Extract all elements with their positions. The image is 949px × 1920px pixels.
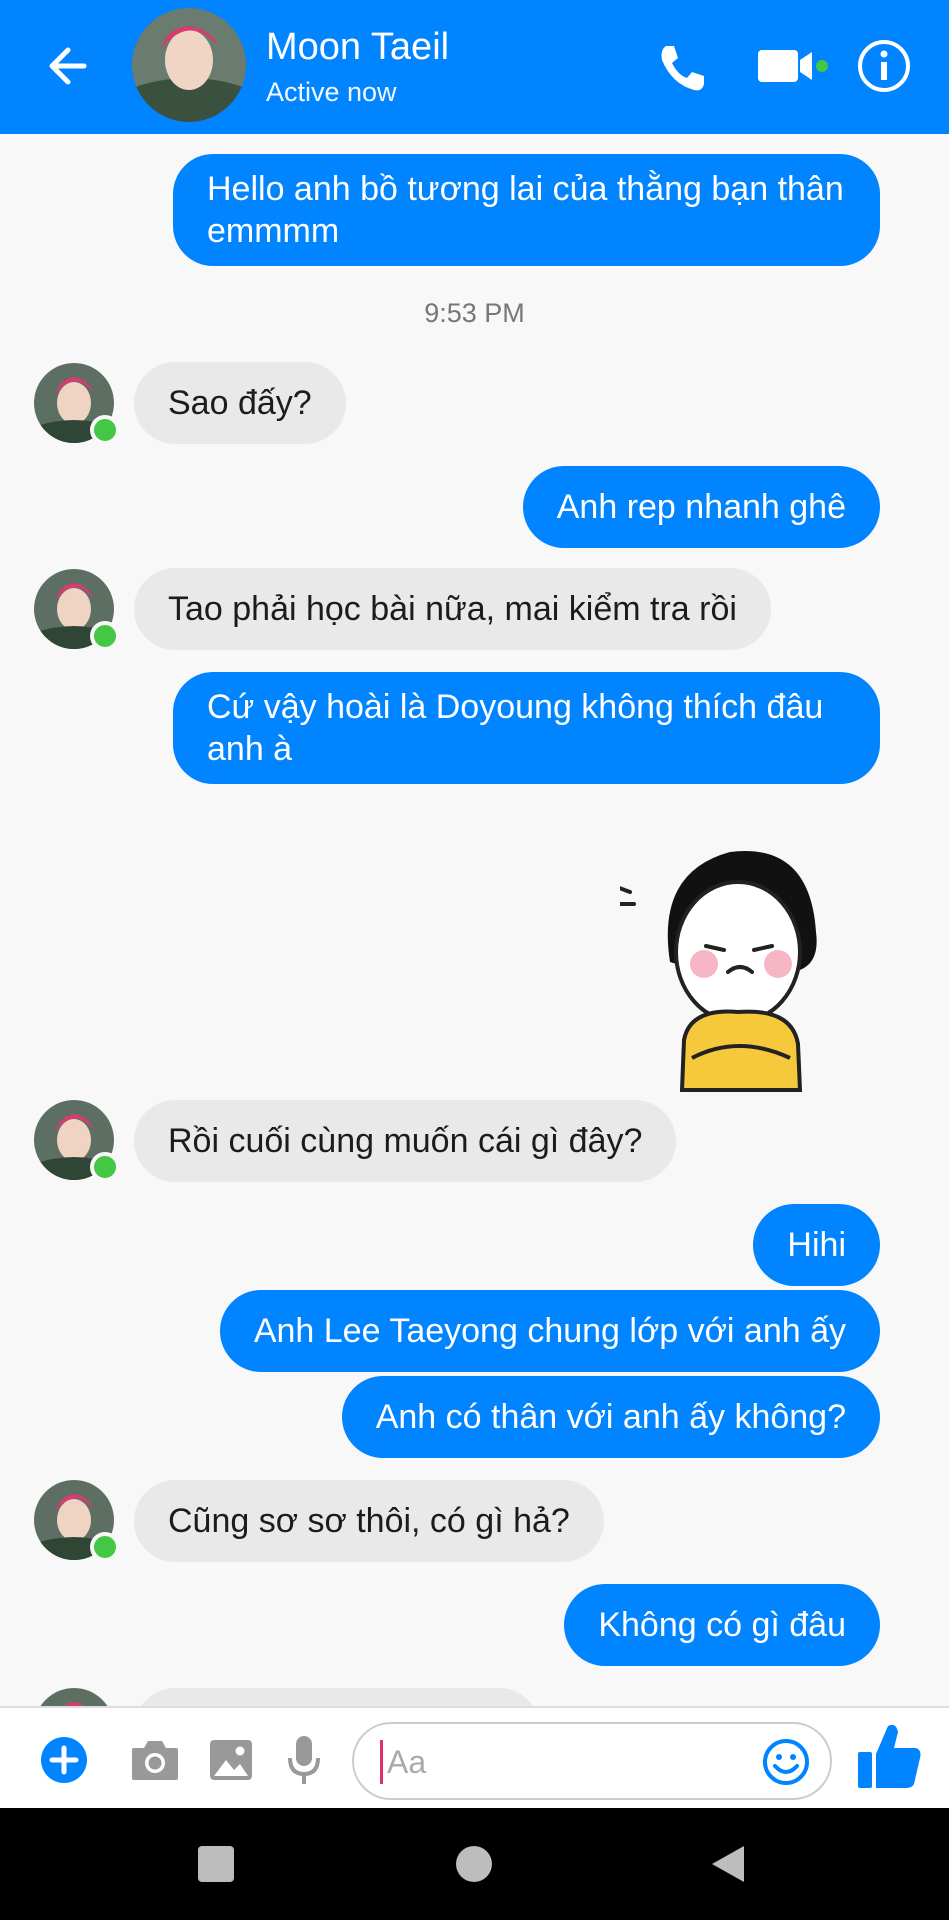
outgoing-message[interactable]: Anh rep nhanh ghê <box>522 466 880 548</box>
message-input-field[interactable] <box>352 1722 832 1800</box>
thumbs-up-icon[interactable] <box>856 1720 924 1792</box>
contact-avatar[interactable] <box>132 8 246 122</box>
camera-icon[interactable] <box>130 1738 180 1782</box>
message-thread[interactable]: Hello anh bồ tương lai của thằng bạn thâ… <box>0 134 949 1706</box>
online-indicator <box>90 1152 120 1182</box>
phone-icon[interactable] <box>652 38 712 98</box>
outgoing-message[interactable]: Anh có thân với anh ấy không? <box>341 1376 880 1458</box>
incoming-message[interactable]: Rồi cuối cùng muốn cái gì đây? <box>134 1100 677 1182</box>
online-indicator <box>90 621 120 651</box>
message-composer <box>0 1706 949 1810</box>
contact-name[interactable]: Moon Taeil <box>266 26 449 69</box>
incoming-message[interactable] <box>134 1688 540 1706</box>
incoming-message[interactable]: Sao đấy? <box>134 362 346 444</box>
sender-avatar[interactable] <box>34 569 120 651</box>
incoming-message[interactable]: Tao phải học bài nữa, mai kiểm tra rồi <box>134 568 771 650</box>
outgoing-message[interactable]: Cứ vậy hoài là Doyoung không thích đâu a… <box>173 672 880 784</box>
info-icon[interactable] <box>856 38 912 94</box>
system-navigation-bar <box>0 1808 949 1920</box>
outgoing-message[interactable]: Hello anh bồ tương lai của thằng bạn thâ… <box>173 154 880 266</box>
home-button[interactable] <box>456 1846 492 1882</box>
incoming-message[interactable]: Cũng sơ sơ thôi, có gì hả? <box>134 1480 604 1562</box>
message-timestamp: 9:53 PM <box>424 298 525 328</box>
sender-avatar[interactable] <box>34 1688 114 1706</box>
online-indicator <box>90 1532 120 1562</box>
sender-avatar[interactable] <box>34 1480 120 1562</box>
image-icon[interactable] <box>208 1738 254 1782</box>
outgoing-message[interactable]: Hihi <box>753 1204 880 1286</box>
outgoing-message[interactable]: Anh Lee Taeyong chung lớp với anh ấy <box>219 1290 880 1372</box>
video-camera-icon[interactable] <box>756 44 830 88</box>
recents-button[interactable] <box>198 1846 234 1882</box>
back-arrow-icon[interactable] <box>40 38 96 94</box>
conversation-header: Moon Taeil Active now <box>0 0 949 134</box>
sticker-girl-crossed-arms[interactable] <box>620 812 870 1112</box>
plus-circle-icon[interactable] <box>40 1736 88 1784</box>
nav-back-triangle-icon[interactable] <box>710 1844 746 1884</box>
online-indicator <box>90 415 120 445</box>
outgoing-message[interactable]: Không có gì đâu <box>564 1584 880 1666</box>
sender-avatar[interactable] <box>34 363 120 445</box>
sender-avatar[interactable] <box>34 1100 120 1182</box>
microphone-icon[interactable] <box>286 1734 322 1786</box>
message-input[interactable] <box>380 1740 749 1784</box>
smile-icon[interactable] <box>762 1738 810 1786</box>
active-status: Active now <box>266 77 397 107</box>
